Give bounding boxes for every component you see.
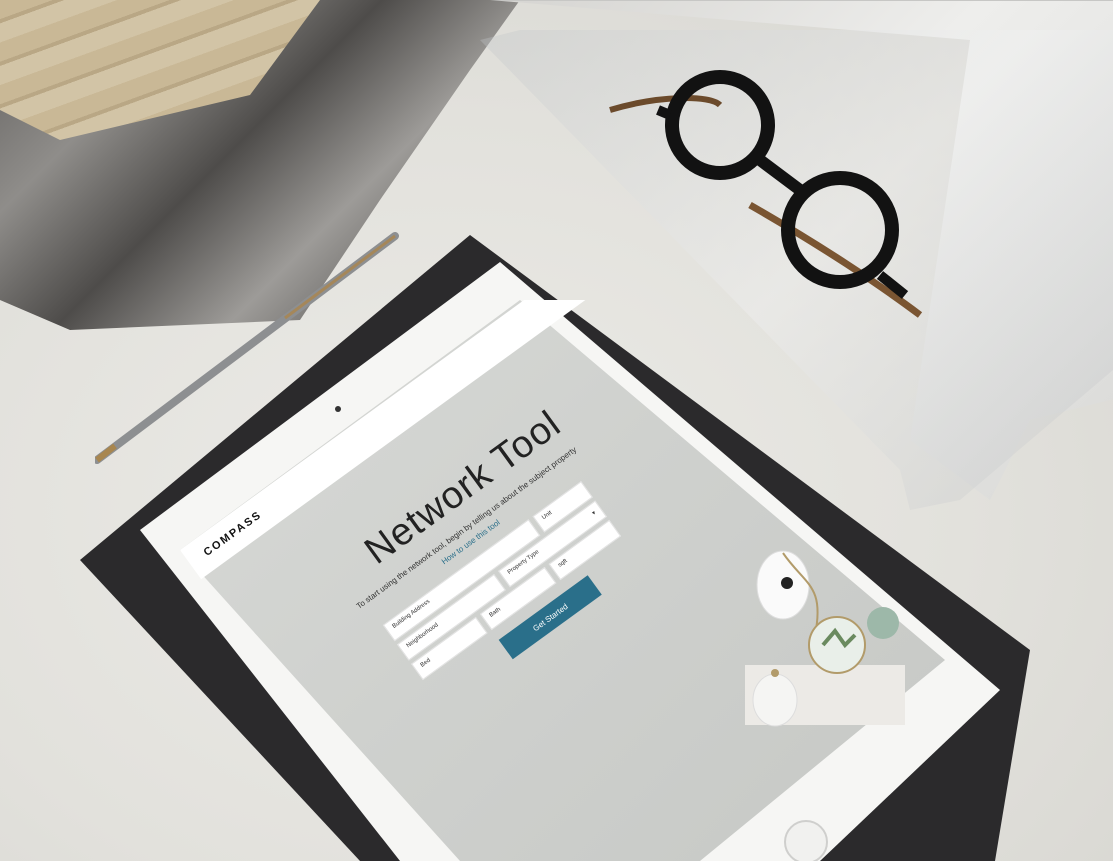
eyeglasses-icon bbox=[609, 70, 923, 318]
network-tool-page: COMPASS Network Tool To start using the … bbox=[180, 300, 812, 841]
desk-photo-scene: COMPASS Network Tool To start using the … bbox=[0, 0, 1113, 861]
compass-logo[interactable]: COMPASS bbox=[202, 509, 265, 559]
decor-photo bbox=[745, 550, 905, 727]
